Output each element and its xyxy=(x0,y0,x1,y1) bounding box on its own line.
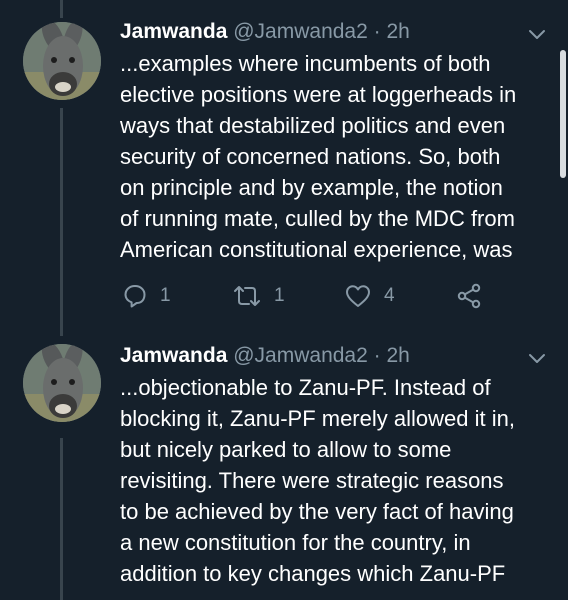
tweet-text-line: of running mate, culled by the MDC from xyxy=(120,206,515,231)
retweet-icon xyxy=(234,286,260,306)
separator-dot: · xyxy=(373,344,381,367)
reply-button[interactable]: 1 xyxy=(122,281,171,311)
reply-count: 1 xyxy=(160,285,171,306)
tweet-text-line: elective positions were at loggerheads i… xyxy=(120,82,517,107)
like-count: 4 xyxy=(384,285,395,306)
tweet-text-line: ...objectionable to Zanu-PF. Instead of xyxy=(120,375,491,400)
share-icon xyxy=(457,283,481,309)
retweet-button[interactable]: 1 xyxy=(232,281,285,311)
tweet-text-line: blocking it, Zanu-PF merely allowed it i… xyxy=(120,406,515,431)
share-button[interactable] xyxy=(456,281,482,311)
tweet-text-line: on principle and by example, the notion xyxy=(120,175,503,200)
reply-icon xyxy=(124,285,146,308)
chevron-down-icon[interactable] xyxy=(526,23,548,45)
chevron-down-icon[interactable] xyxy=(526,347,548,369)
display-name[interactable]: Jamwanda xyxy=(120,344,227,367)
user-handle[interactable]: @Jamwanda2 xyxy=(233,344,368,367)
tweet-text-line: but nicely parked to allow to some xyxy=(120,437,452,462)
tweet-text-line: addition to key changes which Zanu-PF xyxy=(120,561,506,586)
tweet-header: Jamwanda @Jamwanda2 · 2h xyxy=(120,17,548,47)
tweet-text-line: to be achieved by the very fact of havin… xyxy=(120,499,514,524)
timestamp[interactable]: 2h xyxy=(386,344,409,367)
heart-icon xyxy=(346,285,370,307)
tweet-text-line: ...examples where incumbents of both xyxy=(120,51,491,76)
tweet-text: ...objectionable to Zanu-PF. Instead of … xyxy=(120,372,560,589)
tweet-text-line: a new constitution for the country, in xyxy=(120,530,471,555)
separator-dot: · xyxy=(373,20,381,43)
tweet-text-line: revisiting. There were strategic reasons xyxy=(120,468,504,493)
tweet-text-line: security of concerned nations. So, both xyxy=(120,144,501,169)
avatar[interactable] xyxy=(23,344,101,422)
like-button[interactable]: 4 xyxy=(344,281,395,311)
avatar[interactable] xyxy=(23,22,101,100)
scrollbar-thumb[interactable] xyxy=(560,50,566,178)
tweet-text-line: ways that destabilized politics and even xyxy=(120,113,506,138)
timestamp[interactable]: 2h xyxy=(386,20,409,43)
tweet[interactable]: Jamwanda @Jamwanda2 · 2h ...examples whe… xyxy=(0,0,568,340)
tweet-actions: 1 1 4 xyxy=(120,281,540,311)
tweet-text-line: American constitutional experience, was xyxy=(120,237,513,262)
tweet-header: Jamwanda @Jamwanda2 · 2h xyxy=(120,341,548,371)
display-name[interactable]: Jamwanda xyxy=(120,20,227,43)
tweet-text: ...examples where incumbents of both ele… xyxy=(120,48,560,265)
retweet-count: 1 xyxy=(274,285,285,306)
user-handle[interactable]: @Jamwanda2 xyxy=(233,20,368,43)
tweet[interactable]: Jamwanda @Jamwanda2 · 2h ...objectionabl… xyxy=(0,340,568,600)
